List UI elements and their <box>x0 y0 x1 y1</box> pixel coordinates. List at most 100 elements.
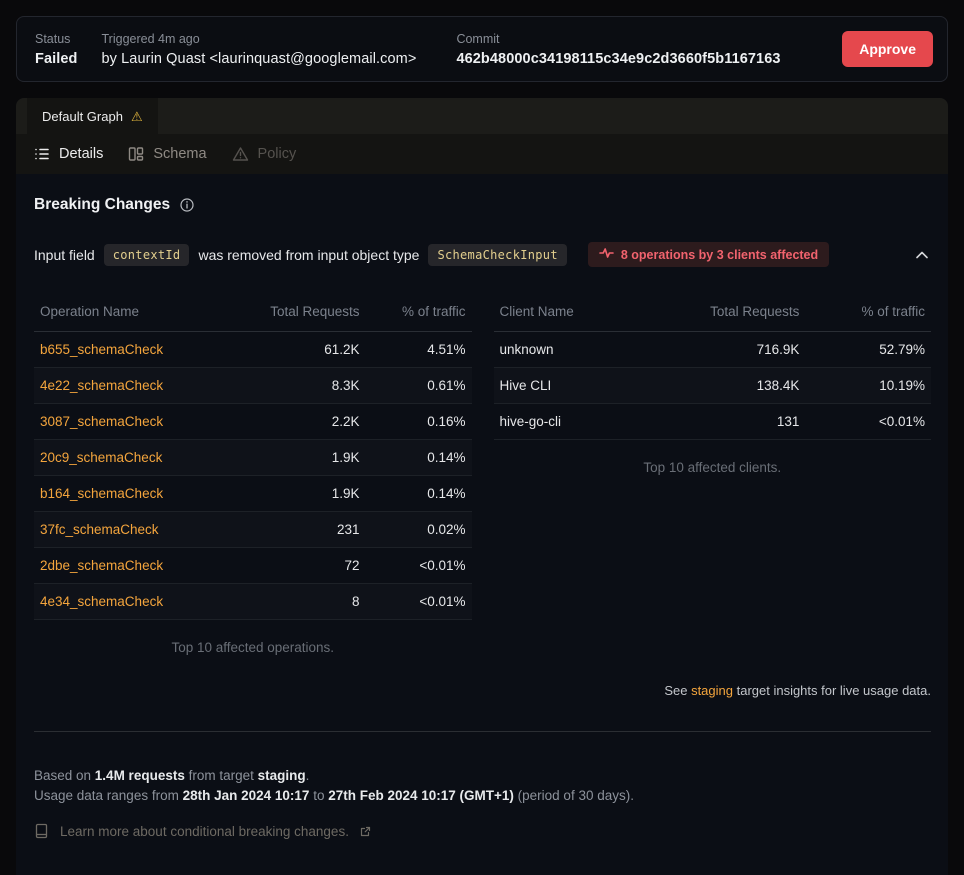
operation-name-cell: 2dbe_schemaCheck <box>34 548 223 584</box>
cell-value: <0.01% <box>366 548 472 584</box>
tab-schema[interactable]: Schema <box>128 146 206 162</box>
clients-column: Client NameTotal Requests% of trafficunk… <box>494 293 932 655</box>
cell-value: 1.9K <box>223 476 365 512</box>
cell-value: 52.79% <box>805 332 931 368</box>
cell-value: 138.4K <box>637 368 805 404</box>
warning-outline-icon <box>232 146 249 162</box>
client-name-cell: unknown <box>494 332 637 368</box>
target-name: staging <box>258 768 306 783</box>
table-row: unknown716.9K52.79% <box>494 332 932 368</box>
operation-link[interactable]: b164_schemaCheck <box>40 486 163 501</box>
section-title: Breaking Changes <box>34 196 170 214</box>
operation-link[interactable]: 3087_schemaCheck <box>40 414 163 429</box>
cell-value: 131 <box>637 404 805 440</box>
table-row: 37fc_schemaCheck2310.02% <box>34 512 472 548</box>
approve-button[interactable]: Approve <box>842 31 933 67</box>
usage-tables: Operation NameTotal Requests% of traffic… <box>34 293 931 655</box>
table-row: 2dbe_schemaCheck 72<0.01% <box>34 548 472 584</box>
clients-caption: Top 10 affected clients. <box>494 460 932 475</box>
check-subnav: Details Schema Policy <box>16 134 948 174</box>
column-header: Operation Name <box>34 293 223 332</box>
cell-value: 0.14% <box>366 476 472 512</box>
operation-link[interactable]: 4e34_schemaCheck <box>40 594 163 609</box>
insights-note: See staging target insights for live usa… <box>34 683 931 698</box>
staging-target-link[interactable]: staging <box>691 683 733 698</box>
impact-badge-label: 8 operations by 3 clients affected <box>621 248 818 262</box>
cell-value: 8.3K <box>223 368 365 404</box>
cell-value: 4.51% <box>366 332 472 368</box>
request-count: 1.4M requests <box>95 768 185 783</box>
breaking-change-description: Input field contextId was removed from i… <box>34 244 576 266</box>
range-start: 28th Jan 2024 10:17 <box>183 788 310 803</box>
check-detail-card: Default Graph ⚠ Details Schema <box>16 98 948 875</box>
change-middle: was removed from input object type <box>198 247 419 263</box>
commit-column: Commit 462b48000c34198115c34e9c2d3660f5b… <box>456 32 780 67</box>
column-header: % of traffic <box>805 293 931 332</box>
schema-check-page: Status Failed Triggered 4m ago by Laurin… <box>0 0 964 875</box>
warning-triangle-icon: ⚠ <box>131 110 143 123</box>
usage-summary-line1: Based on 1.4M requests from target stagi… <box>34 766 931 786</box>
table-row: b655_schemaCheck 61.2K4.51% <box>34 332 472 368</box>
chevron-up-icon[interactable] <box>913 248 931 262</box>
table-row: Hive CLI138.4K10.19% <box>494 368 932 404</box>
cell-value: <0.01% <box>366 584 472 620</box>
operations-caption: Top 10 affected operations. <box>34 640 472 655</box>
operation-name-cell: 4e34_schemaCheck <box>34 584 223 620</box>
operation-link[interactable]: 2dbe_schemaCheck <box>40 558 163 573</box>
table-row: hive-go-cli131<0.01% <box>494 404 932 440</box>
cell-value: 61.2K <box>223 332 365 368</box>
breaking-changes-header: Breaking Changes <box>34 196 931 214</box>
triggered-column: Triggered 4m ago by Laurin Quast <laurin… <box>102 32 417 67</box>
note-prefix: See <box>664 683 691 698</box>
client-name-cell: Hive CLI <box>494 368 637 404</box>
column-header: Total Requests <box>223 293 365 332</box>
cell-value: 10.19% <box>805 368 931 404</box>
table-row: 20c9_schemaCheck 1.9K0.14% <box>34 440 472 476</box>
cell-value: 0.61% <box>366 368 472 404</box>
tab-details[interactable]: Details <box>34 146 103 162</box>
impact-badge[interactable]: 8 operations by 3 clients affected <box>588 242 829 267</box>
cell-value: 0.16% <box>366 404 472 440</box>
column-header: Total Requests <box>637 293 805 332</box>
learn-more-link[interactable]: Learn more about conditional breaking ch… <box>34 823 931 839</box>
cell-value: 0.02% <box>366 512 472 548</box>
pulse-icon <box>599 247 614 262</box>
usage-summary: Based on 1.4M requests from target stagi… <box>34 766 931 806</box>
learn-more-label: Learn more about conditional breaking ch… <box>60 824 349 839</box>
check-summary-card: Status Failed Triggered 4m ago by Laurin… <box>16 16 948 82</box>
details-panel: Breaking Changes Input field contextId w… <box>16 174 948 875</box>
triggered-author: by Laurin Quast <laurinquast@googlemail.… <box>102 51 417 67</box>
section-divider <box>34 731 931 732</box>
info-icon[interactable] <box>180 198 194 212</box>
table-row: b164_schemaCheck 1.9K0.14% <box>34 476 472 512</box>
operation-link[interactable]: b655_schemaCheck <box>40 342 163 357</box>
note-suffix: target insights for live usage data. <box>733 683 931 698</box>
change-prefix: Input field <box>34 247 95 263</box>
cell-value: 0.14% <box>366 440 472 476</box>
cell-value: <0.01% <box>805 404 931 440</box>
cell-value: 8 <box>223 584 365 620</box>
operation-name-cell: 3087_schemaCheck <box>34 404 223 440</box>
cell-value: 2.2K <box>223 404 365 440</box>
external-link-icon <box>360 826 371 837</box>
operations-column: Operation NameTotal Requests% of traffic… <box>34 293 472 655</box>
tab-details-label: Details <box>59 146 103 162</box>
cell-value: 716.9K <box>637 332 805 368</box>
client-name-cell: hive-go-cli <box>494 404 637 440</box>
operations-table: Operation NameTotal Requests% of traffic… <box>34 293 472 620</box>
operation-link[interactable]: 20c9_schemaCheck <box>40 450 162 465</box>
operation-name-cell: 20c9_schemaCheck <box>34 440 223 476</box>
status-column: Status Failed <box>35 32 78 67</box>
operation-name-cell: b164_schemaCheck <box>34 476 223 512</box>
cell-value: 1.9K <box>223 440 365 476</box>
cell-value: 72 <box>223 548 365 584</box>
field-code-badge: contextId <box>104 244 190 266</box>
tab-policy[interactable]: Policy <box>232 146 297 162</box>
operation-link[interactable]: 4e22_schemaCheck <box>40 378 163 393</box>
book-icon <box>34 823 49 839</box>
tab-default-graph[interactable]: Default Graph ⚠ <box>27 98 158 134</box>
operation-link[interactable]: 37fc_schemaCheck <box>40 522 159 537</box>
graph-tab-bar: Default Graph ⚠ <box>16 98 948 134</box>
operation-name-cell: 37fc_schemaCheck <box>34 512 223 548</box>
commit-hash: 462b48000c34198115c34e9c2d3660f5b1167163 <box>456 51 780 67</box>
